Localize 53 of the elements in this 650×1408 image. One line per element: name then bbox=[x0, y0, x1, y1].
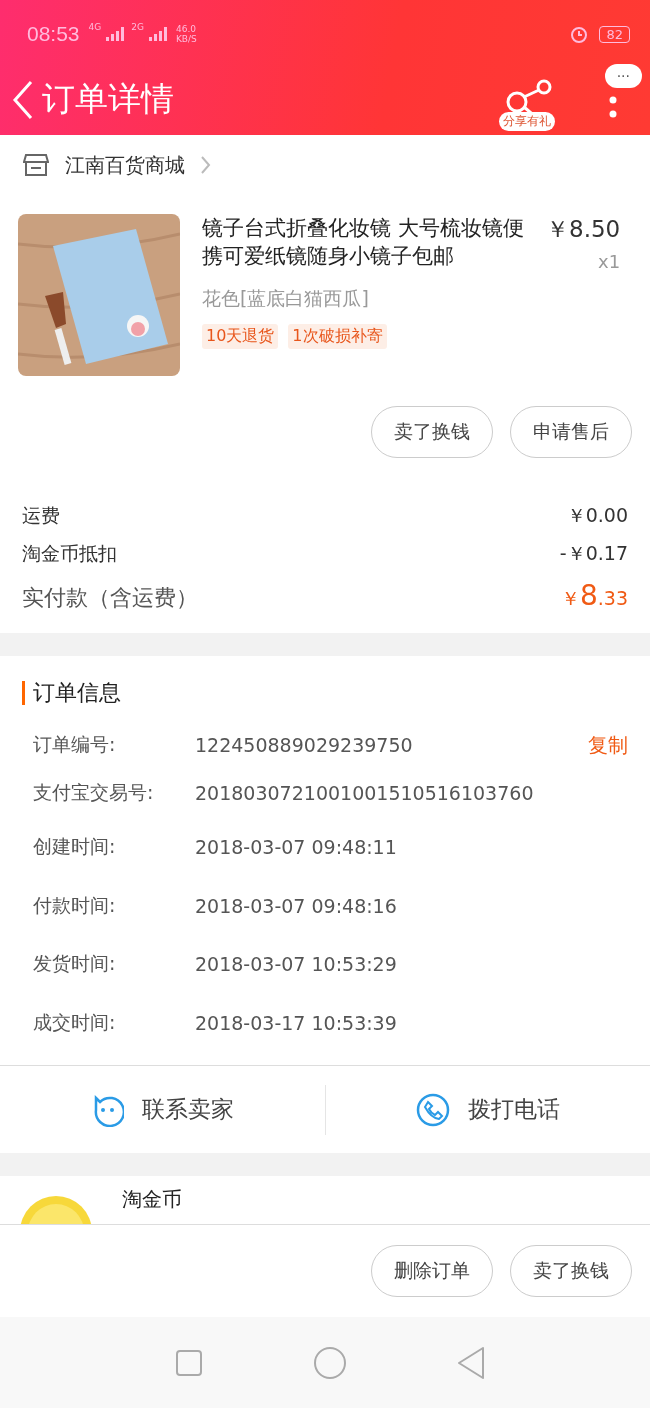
info-value: 122450889029239750 bbox=[195, 734, 414, 756]
share-button[interactable]: 分享有礼 bbox=[498, 78, 555, 131]
fee-label: 运费 bbox=[22, 503, 60, 528]
page-title: 订单详情 bbox=[42, 78, 174, 120]
info-label: 发货时间: bbox=[33, 951, 117, 977]
signal-icon bbox=[106, 27, 127, 41]
shop-row[interactable]: 江南百货商城 bbox=[0, 135, 650, 195]
back-nav-icon[interactable] bbox=[457, 1345, 485, 1380]
fee-label: 淘金币抵扣 bbox=[22, 541, 117, 566]
info-value: 2018-03-17 10:53:39 bbox=[195, 1011, 398, 1034]
network-speed: 46.0 KB/S bbox=[175, 24, 197, 44]
action-button[interactable]: 删除订单 bbox=[371, 1245, 493, 1297]
info-value: 2018-03-07 10:53:29 bbox=[195, 953, 398, 976]
product-price: ￥8.50 bbox=[546, 215, 621, 244]
coin-icon bbox=[18, 1194, 94, 1224]
info-value: 2018-03-07 09:48:11 bbox=[195, 836, 398, 859]
info-label: 成交时间: bbox=[33, 1009, 117, 1035]
action-button[interactable]: 卖了换钱 bbox=[510, 1245, 632, 1297]
store-icon bbox=[23, 153, 49, 177]
product-variant: 花色[蓝底白猫西瓜] bbox=[202, 286, 370, 311]
battery-indicator: 82 bbox=[599, 25, 630, 43]
recents-icon[interactable] bbox=[175, 1348, 203, 1377]
network-label: 2G bbox=[131, 22, 144, 32]
info-label: 创建时间: bbox=[33, 834, 117, 860]
info-label: 支付宝交易号: bbox=[33, 780, 155, 805]
section-title: 订单信息 bbox=[33, 679, 121, 707]
service-tag: 1次破损补寄 bbox=[288, 324, 387, 349]
info-label: 订单编号: bbox=[33, 732, 117, 757]
action-button[interactable]: 申请售后 bbox=[510, 406, 632, 458]
contact-button[interactable]: 联系卖家 bbox=[0, 1084, 325, 1135]
chevron-icon bbox=[201, 156, 211, 174]
fee-value: ￥0.00 bbox=[566, 503, 628, 528]
action-button[interactable]: 卖了换钱 bbox=[371, 406, 493, 458]
alarm-icon bbox=[570, 25, 589, 43]
contact-button[interactable]: 拨打电话 bbox=[324, 1084, 650, 1135]
network-label: 4G bbox=[88, 22, 102, 32]
total-amount: ￥8.33 bbox=[560, 579, 628, 612]
product-title[interactable]: 镜子台式折叠化妆镜 大号梳妆镜便携可爱纸镜随身小镜子包邮 bbox=[202, 214, 532, 272]
info-value: 2018-03-07 09:48:16 bbox=[195, 894, 398, 917]
more-icon[interactable] bbox=[609, 95, 618, 118]
info-label: 付款时间: bbox=[33, 892, 117, 918]
back-icon[interactable] bbox=[12, 79, 34, 120]
total-label: 实付款（含运费） bbox=[22, 584, 198, 612]
clock-time: 08:53 bbox=[27, 22, 80, 46]
service-tag: 10天退货 bbox=[202, 324, 279, 349]
home-icon[interactable] bbox=[313, 1345, 347, 1380]
coins-title: 淘金币 bbox=[122, 1186, 182, 1213]
phone-icon bbox=[415, 1092, 450, 1127]
signal-icon bbox=[148, 27, 169, 41]
info-value: 2018030721001001510516103760 bbox=[195, 782, 535, 804]
fee-value: -￥0.17 bbox=[559, 541, 628, 566]
message-bubble[interactable]: ··· bbox=[604, 63, 642, 88]
product-quantity: x1 bbox=[598, 251, 621, 272]
